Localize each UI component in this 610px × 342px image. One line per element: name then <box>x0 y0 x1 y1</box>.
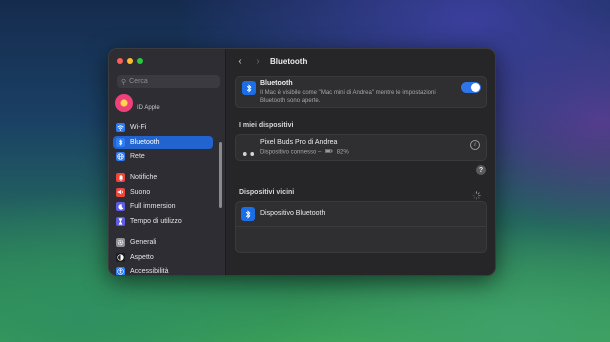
device-status-text: Dispositivo connesso – <box>260 149 322 156</box>
sidebar-item-label: Wi-Fi <box>130 124 147 131</box>
bell-icon <box>116 173 125 182</box>
forward-button[interactable]: › <box>252 56 264 67</box>
nearby-device-name: Dispositivo Bluetooth <box>260 210 326 217</box>
help-button[interactable]: ? <box>476 165 486 175</box>
sidebar-item-label: Aspetto <box>130 253 154 261</box>
sidebar-item-wifi[interactable]: Wi-Fi <box>113 121 213 134</box>
sidebar-item-aspetto[interactable]: Aspetto <box>113 251 213 264</box>
battery-icon <box>325 149 333 155</box>
sidebar-scrollbar[interactable] <box>219 142 222 208</box>
device-name: Pixel Buds Pro di Andrea <box>260 139 338 146</box>
bluetooth-icon <box>241 207 255 221</box>
sidebar-item-notifiche[interactable]: Notifiche <box>113 171 213 184</box>
sidebar-group-notifications: Notifiche Suono Full immersion Tempo di … <box>113 171 213 229</box>
bluetooth-icon <box>116 137 125 147</box>
minimize-button[interactable] <box>127 58 133 64</box>
sidebar-item-bluetooth[interactable]: Bluetooth <box>113 135 213 149</box>
sidebar-item-accessibilita[interactable]: Accessibilità <box>113 265 213 276</box>
speaker-icon <box>116 187 125 197</box>
search-placeholder: Cerca <box>129 78 148 85</box>
sidebar: ⚲ Cerca ID Apple Wi-Fi Bluetooth Rete No… <box>109 49 226 275</box>
content-pane: ‹ › Bluetooth Bluetooth Il Mac è visibil… <box>226 49 495 275</box>
wifi-icon <box>116 123 125 132</box>
sidebar-group-network: Wi-Fi Bluetooth Rete <box>113 121 213 165</box>
settings-window: ⚲ Cerca ID Apple Wi-Fi Bluetooth Rete No… <box>108 48 496 276</box>
accessibility-icon <box>116 267 125 275</box>
device-row[interactable]: Pixel Buds Pro di Andrea Dispositivo con… <box>235 134 487 161</box>
bluetooth-toggle-card: Bluetooth Il Mac è visibile come "Mac mi… <box>235 76 487 108</box>
sidebar-item-label: Rete <box>130 153 145 161</box>
bluetooth-description: Il Mac è visibile come "Mac mini di Andr… <box>260 90 436 104</box>
apple-id-account[interactable]: ID Apple <box>115 94 160 112</box>
earbuds-icon <box>242 144 255 162</box>
sidebar-item-label: Bluetooth <box>130 138 160 146</box>
sidebar-item-label: Suono <box>130 188 151 196</box>
my-devices-heading: I miei dispositivi <box>239 122 294 129</box>
page-title: Bluetooth <box>270 56 308 66</box>
sidebar-item-label: Full immersion <box>130 203 176 211</box>
appearance-icon <box>116 252 125 262</box>
close-button[interactable] <box>117 58 123 64</box>
back-button[interactable]: ‹ <box>234 56 246 67</box>
sidebar-item-full-immersion[interactable]: Full immersion <box>113 200 213 213</box>
gear-icon <box>116 238 125 247</box>
toolbar: ‹ › Bluetooth <box>226 49 495 73</box>
sidebar-item-tempo-di-utilizzo[interactable]: Tempo di utilizzo <box>113 215 213 228</box>
sidebar-item-rete[interactable]: Rete <box>113 150 213 163</box>
nearby-devices-list: Dispositivo Bluetooth <box>235 201 487 253</box>
bluetooth-title: Bluetooth <box>260 80 293 87</box>
nearby-devices-heading: Dispositivi vicini <box>239 189 295 196</box>
bluetooth-icon <box>242 81 256 95</box>
sidebar-item-label: Generali <box>130 239 157 246</box>
moon-icon <box>116 202 125 212</box>
avatar <box>115 94 133 112</box>
sidebar-item-generali[interactable]: Generali <box>113 236 213 249</box>
sidebar-item-suono[interactable]: Suono <box>113 186 213 199</box>
apple-id-label: ID Apple <box>137 105 160 111</box>
globe-icon <box>116 152 125 162</box>
device-status: Dispositivo connesso – 82% <box>260 149 349 156</box>
toggle-knob <box>471 83 480 92</box>
search-input[interactable]: ⚲ Cerca <box>117 75 220 88</box>
sidebar-group-general: Generali Aspetto Accessibilità <box>113 236 213 276</box>
sidebar-item-label: Tempo di utilizzo <box>130 217 182 225</box>
sidebar-item-label: Notifiche <box>130 174 158 181</box>
info-icon[interactable]: i <box>470 140 480 150</box>
nearby-device-row[interactable]: Dispositivo Bluetooth <box>236 202 486 227</box>
battery-level: 82% <box>336 149 349 156</box>
bluetooth-toggle[interactable] <box>461 82 481 93</box>
hourglass-icon <box>116 216 125 226</box>
sidebar-item-label: Accessibilità <box>130 268 169 276</box>
search-icon: ⚲ <box>121 78 127 86</box>
zoom-button[interactable] <box>137 58 143 64</box>
window-controls <box>117 58 143 64</box>
